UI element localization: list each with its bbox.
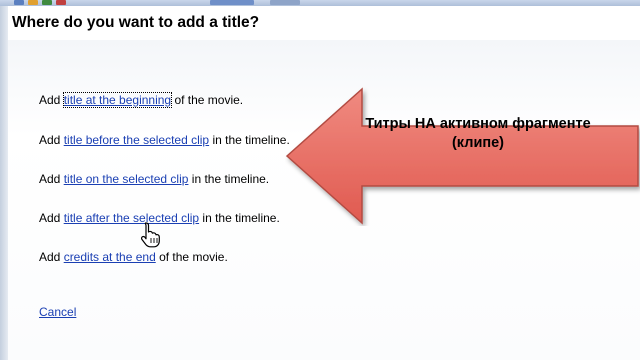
hand-pointer-icon: [140, 222, 160, 248]
header: Where do you want to add a title?: [8, 6, 640, 40]
window-left-edge: [0, 6, 8, 360]
title-after-clip-link[interactable]: title after the selected clip: [64, 211, 199, 225]
option-prefix: Add: [39, 93, 64, 107]
option-prefix: Add: [39, 172, 64, 186]
option-prefix: Add: [39, 133, 64, 147]
callout-arrow-shape: [285, 87, 639, 225]
taskbar-app-icon[interactable]: [42, 0, 52, 5]
option-suffix: in the timeline.: [188, 172, 270, 186]
option-credits-at-end: Add credits at the end of the movie.: [39, 250, 228, 264]
option-title-on-clip: Add title on the selected clip in the ti…: [39, 172, 269, 186]
credits-at-end-link[interactable]: credits at the end: [64, 250, 156, 264]
page-title: Where do you want to add a title?: [12, 14, 260, 31]
callout-text: Титры НА активном фрагменте (клипе): [316, 115, 640, 153]
option-suffix: in the timeline.: [209, 133, 290, 147]
taskbar-app-icon[interactable]: [210, 0, 254, 5]
callout-line-2: (клипе): [451, 135, 505, 151]
callout-arrow: [285, 87, 639, 225]
title-on-clip-link[interactable]: title on the selected clip: [64, 172, 189, 186]
option-suffix: in the timeline.: [199, 211, 280, 225]
taskbar-app-icon[interactable]: [270, 0, 300, 5]
option-prefix: Add: [39, 250, 64, 264]
option-prefix: Add: [39, 211, 64, 225]
cancel-link[interactable]: Cancel: [39, 305, 76, 319]
option-title-at-beginning: Add title at the beginning of the movie.: [39, 92, 244, 108]
movie-maker-title-window: Where do you want to add a title? Add ti…: [0, 0, 640, 360]
option-title-before-clip: Add title before the selected clip in th…: [39, 133, 290, 147]
option-suffix: of the movie.: [171, 93, 244, 107]
title-before-clip-link[interactable]: title before the selected clip: [64, 133, 209, 147]
callout-line-1: Титры НА активном фрагменте: [365, 116, 591, 132]
taskbar-app-icon[interactable]: [14, 0, 24, 5]
taskbar-app-icon[interactable]: [56, 0, 66, 5]
option-suffix: of the movie.: [155, 250, 228, 264]
taskbar-app-icon[interactable]: [28, 0, 38, 5]
title-at-beginning-link[interactable]: title at the beginning: [62, 92, 173, 108]
